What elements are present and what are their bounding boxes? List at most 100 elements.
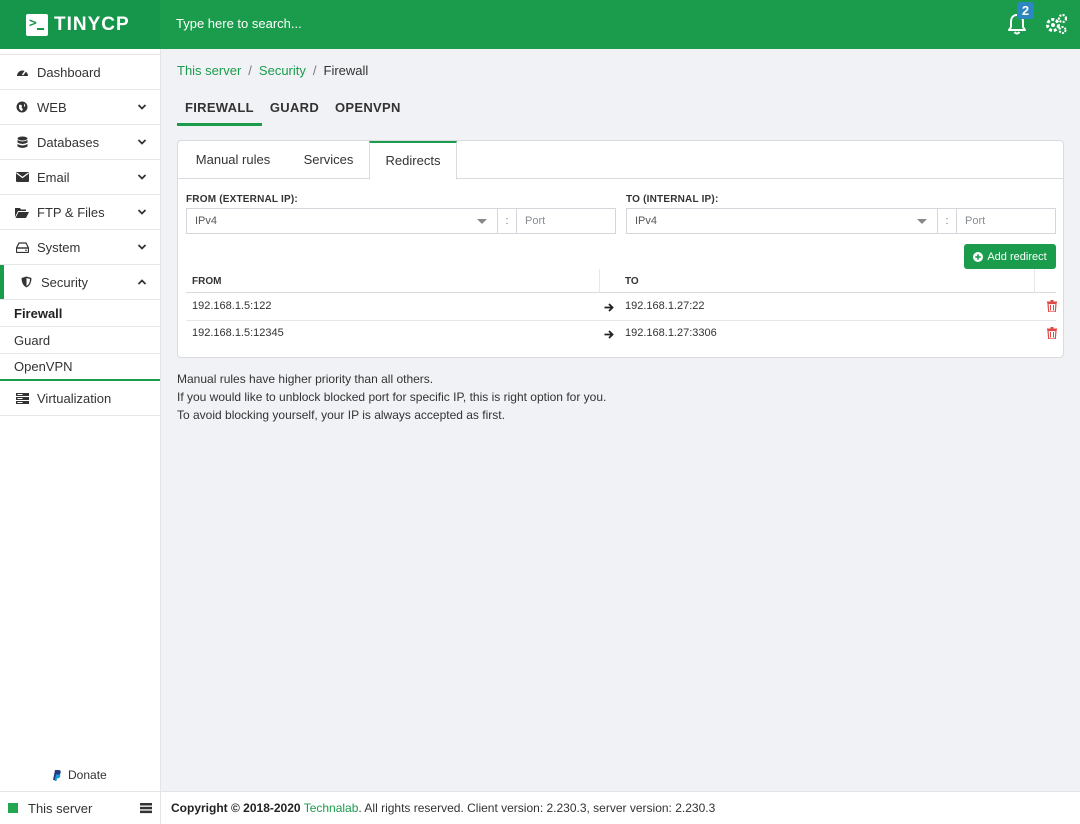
redirect-from: 192.168.1.5:122: [192, 300, 272, 312]
sidebar-item-label: Databases: [37, 134, 100, 150]
settings-gears-icon[interactable]: [1043, 11, 1069, 37]
current-server[interactable]: This server: [0, 791, 160, 824]
breadcrumb-separator: /: [312, 63, 317, 78]
colon-separator: :: [938, 209, 957, 233]
table-row: 192.168.1.5:12345 192.168.1.27:3306: [186, 321, 1057, 348]
copyright-text: Copyright © 2018-2020: [171, 801, 301, 815]
paypal-icon: [53, 770, 61, 781]
server-icon: [15, 391, 29, 405]
colon-separator: :: [498, 209, 517, 233]
search-input[interactable]: [176, 16, 676, 31]
to-port-input[interactable]: Port: [957, 209, 1055, 233]
plus-circle-icon: [973, 251, 984, 262]
trash-icon[interactable]: [1047, 327, 1057, 339]
sidebar-subitem-firewall[interactable]: Firewall: [0, 300, 160, 327]
sidebar-item-ftp-files[interactable]: FTP & Files: [0, 195, 160, 230]
sidebar-subitem-openvpn[interactable]: OpenVPN: [0, 354, 160, 381]
terminal-logo-icon: >: [26, 13, 48, 36]
table-row: 192.168.1.5:122 192.168.1.27:22: [186, 294, 1057, 321]
sidebar-item-email[interactable]: Email: [0, 160, 160, 195]
help-notes: Manual rules have higher priority than a…: [177, 370, 606, 424]
donate-link[interactable]: Donate: [50, 768, 107, 782]
logo[interactable]: > TINYCP: [0, 0, 160, 49]
sidebar-item-dashboard[interactable]: Dashboard: [0, 55, 160, 90]
note-line: Manual rules have higher priority than a…: [177, 372, 434, 386]
tab-guard[interactable]: GUARD: [262, 100, 327, 126]
sidebar-item-system[interactable]: System: [0, 230, 160, 265]
footer: Copyright © 2018-2020 Technalab. All rig…: [161, 791, 1080, 824]
sidebar-item-web[interactable]: WEB: [0, 90, 160, 125]
chevron-down-icon[interactable]: [137, 137, 147, 147]
from-port-input[interactable]: Port: [517, 209, 615, 233]
envelope-icon: [15, 170, 29, 184]
add-redirect-label: Add redirect: [987, 250, 1047, 263]
subtab-manual-rules[interactable]: Manual rules: [178, 141, 288, 179]
note-line: To avoid blocking yourself, your IP is a…: [177, 408, 505, 422]
from-fieldgroup: IPv4 : Port: [186, 208, 616, 234]
sidebar-item-label: FTP & Files: [37, 204, 105, 220]
from-label: FROM (EXTERNAL IP):: [186, 194, 298, 205]
version-text: . All rights reserved. Client version: 2…: [358, 801, 716, 815]
sidebar-item-label: Virtualization: [37, 390, 112, 406]
sidebar: Dashboard WEB Databases Email FTP & File…: [0, 49, 161, 824]
column-header-to: TO: [625, 276, 639, 287]
sidebar-subitem-guard[interactable]: Guard: [0, 327, 160, 354]
server-switch-icon[interactable]: [140, 802, 152, 814]
to-ip-select[interactable]: IPv4: [627, 209, 938, 233]
donate-label: Donate: [68, 768, 107, 782]
arrow-right-icon: [604, 303, 614, 312]
redirect-to: 192.168.1.27:22: [625, 300, 705, 312]
sidebar-item-security[interactable]: Security: [0, 265, 160, 300]
sidebar-item-databases[interactable]: Databases: [0, 125, 160, 160]
company-link[interactable]: Technalab: [304, 801, 359, 815]
note-line: If you would like to unblock blocked por…: [177, 390, 607, 404]
server-label: This server: [28, 800, 93, 816]
dropdown-caret-icon: [477, 219, 487, 224]
database-icon: [15, 135, 29, 149]
breadcrumb: This server / Security / Firewall: [177, 63, 368, 78]
redirect-from: 192.168.1.5:12345: [192, 327, 284, 339]
redirect-to: 192.168.1.27:3306: [625, 327, 717, 339]
server-status-indicator: [8, 803, 18, 813]
sidebar-item-virtualization[interactable]: Virtualization: [0, 381, 160, 416]
sidebar-item-label: System: [37, 239, 81, 255]
redirects-table-header: FROM TO: [186, 269, 1056, 293]
subtab-services[interactable]: Services: [288, 141, 369, 179]
tab-openvpn[interactable]: OPENVPN: [327, 100, 409, 126]
shield-icon: [19, 275, 33, 289]
sidebar-item-label: Dashboard: [37, 64, 101, 80]
hard-drive-icon: [15, 240, 29, 254]
breadcrumb-this-server[interactable]: This server: [177, 63, 241, 78]
tab-firewall[interactable]: FIREWALL: [177, 100, 262, 126]
globe-icon: [15, 100, 29, 114]
chevron-down-icon[interactable]: [137, 207, 147, 217]
sidebar-item-label: Email: [37, 169, 70, 185]
chevron-up-icon[interactable]: [137, 277, 147, 287]
to-ip-value: IPv4: [635, 215, 658, 227]
breadcrumb-separator: /: [248, 63, 252, 78]
from-ip-select[interactable]: IPv4: [187, 209, 498, 233]
breadcrumb-firewall: Firewall: [323, 63, 369, 78]
add-redirect-button[interactable]: Add redirect: [964, 244, 1056, 269]
to-fieldgroup: IPv4 : Port: [626, 208, 1056, 234]
breadcrumb-security[interactable]: Security: [259, 63, 306, 78]
logo-text: TINYCP: [54, 13, 130, 35]
top-bar: > TINYCP 2: [0, 0, 1080, 49]
sidebar-item-label: Security: [41, 274, 88, 290]
chevron-down-icon[interactable]: [137, 172, 147, 182]
to-label: TO (INTERNAL IP):: [626, 194, 719, 205]
chevron-down-icon[interactable]: [137, 102, 147, 112]
column-header-from: FROM: [192, 276, 222, 287]
subtab-redirects[interactable]: Redirects: [369, 141, 457, 180]
section-tabs: FIREWALL GUARD OPENVPN: [177, 100, 409, 126]
redirects-panel: Manual rules Services Redirects FROM (EX…: [177, 140, 1064, 358]
firewall-subtabs: Manual rules Services Redirects: [178, 141, 1063, 180]
trash-icon[interactable]: [1047, 300, 1057, 312]
notification-badge[interactable]: 2: [1017, 2, 1034, 19]
column-divider: [1034, 269, 1035, 293]
chevron-down-icon[interactable]: [137, 242, 147, 252]
dashboard-icon: [15, 65, 29, 79]
column-divider: [599, 269, 600, 293]
sidebar-item-label: WEB: [37, 99, 67, 115]
from-ip-value: IPv4: [195, 215, 218, 227]
